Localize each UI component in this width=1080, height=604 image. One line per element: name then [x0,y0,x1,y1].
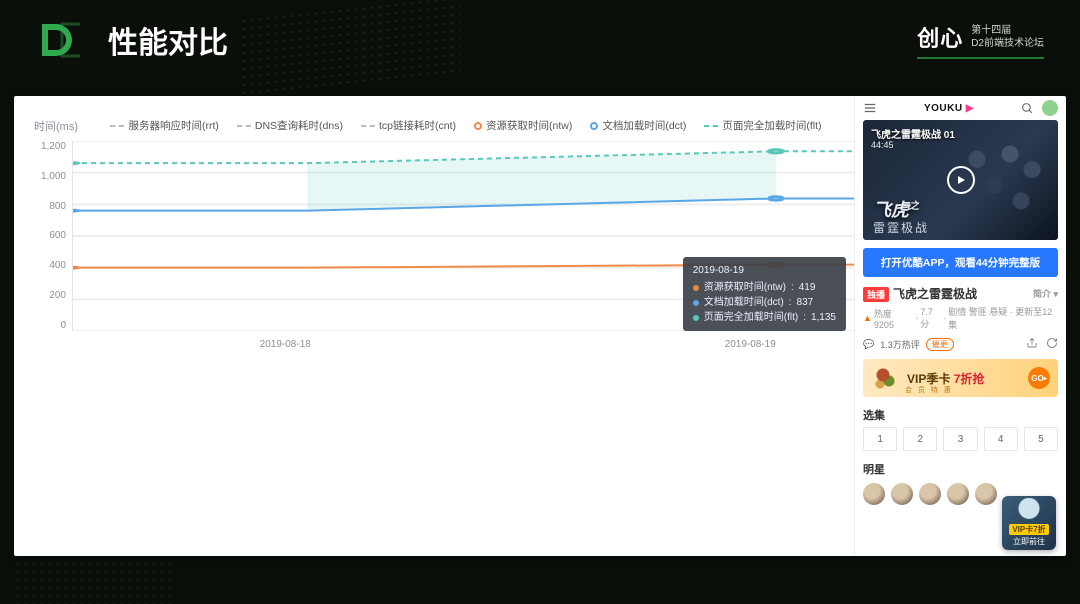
cast-avatar[interactable] [947,483,969,505]
x-tick: 2019-08-18 [260,339,311,350]
legend-flt[interactable]: 页面完全加载时间(flt) [704,118,821,133]
synopsis-toggle[interactable]: 简介 ▾ [1033,287,1058,300]
promo-go-button[interactable]: GO▸ [1028,367,1050,389]
heat-icon: ▲ [863,313,872,323]
x-tick: 2019-08-19 [725,339,776,350]
episode-button[interactable]: 5 [1024,427,1058,451]
cast-heading: 明星 [855,457,1066,481]
y-axis: 1,200 1,000 800 600 400 200 0 [24,141,72,331]
slide-header: 性能对比 创心 第十四届 D2前端技术论坛 [0,0,1080,80]
y-tick: 0 [60,320,66,331]
legend-dns[interactable]: DNS查询耗时(dns) [237,118,343,133]
comment-icon[interactable]: 💬 [863,339,874,350]
content-panel: 时间(ms) 服务器响应时间(rrt) DNS查询耗时(dns) tcp链接耗时… [14,96,1066,556]
float-tag: VIP卡7折 [1009,524,1048,535]
promo-art-icon [871,363,901,393]
chart-area: 时间(ms) 服务器响应时间(rrt) DNS查询耗时(dns) tcp链接耗时… [14,96,854,556]
y-tick: 600 [49,230,66,241]
chart-tooltip: 2019-08-19 资源获取时间(ntw):419 文档加载时间(dct):8… [683,257,846,331]
episode-button[interactable]: 3 [943,427,977,451]
menu-icon[interactable] [863,101,877,115]
legend-dct[interactable]: 文档加载时间(dct) [590,118,686,133]
urge-update-button[interactable]: 催更 [926,338,954,351]
episode-button[interactable]: 2 [903,427,937,451]
hero-episode-title: 飞虎之雷霆极战 01 [871,126,955,141]
y-tick: 1,200 [41,141,66,152]
slide-title: 性能对比 [108,18,228,62]
video-title: 独播飞虎之雷霆极战 [863,285,977,302]
cast-avatar[interactable] [919,483,941,505]
x-axis: 2019-08-18 2019-08-19 [72,331,854,350]
video-hero[interactable]: 飞虎之雷霆极战 01 44:45 飞虎之 雷霆极战 [863,120,1058,240]
open-app-button[interactable]: 打开优酷APP，观看44分钟完整版 [863,248,1058,277]
chart-legend: 服务器响应时间(rrt) DNS查询耗时(dns) tcp链接耗时(cnt) 资… [78,118,854,133]
tooltip-date: 2019-08-19 [693,263,836,278]
y-axis-title: 时间(ms) [34,118,78,134]
y-tick: 200 [49,290,66,301]
promo-text: VIP季卡 7折抢 [907,370,984,387]
legend-ntw[interactable]: 资源获取时间(ntw) [474,118,572,133]
event-brand: 创心 [917,21,963,53]
search-icon[interactable] [1021,102,1034,115]
share-icon[interactable] [1026,337,1038,351]
episode-button[interactable]: 1 [863,427,897,451]
mobile-preview: YOUKU ▶ 飞虎之雷霆极战 01 44:45 飞虎之 雷霆极战 打开优酷AP… [854,96,1066,556]
cast-avatar[interactable] [891,483,913,505]
d2-logo-icon [36,18,80,62]
vip-promo-banner[interactable]: VIP季卡 7折抢 会 员 特 惠 GO▸ [863,359,1058,397]
youku-logo: YOUKU ▶ [924,103,974,114]
comment-count: 1.3万热评 [880,338,920,351]
event-branding: 创心 第十四届 D2前端技术论坛 [917,21,1044,59]
promo-creature-icon [1013,498,1045,524]
hero-logo-sub: 雷霆极战 [873,219,929,236]
tooltip-row: 页面完全加载时间(flt):1,135 [693,310,836,325]
exclusive-tag: 独播 [863,287,889,302]
event-edition: 第十四届 [971,24,1044,37]
y-tick: 400 [49,260,66,271]
y-tick: 1,000 [41,171,66,182]
refresh-icon[interactable] [1046,337,1058,351]
play-icon[interactable] [947,166,975,194]
episodes-heading: 选集 [855,403,1066,427]
y-tick: 800 [49,201,66,212]
legend-rrt[interactable]: 服务器响应时间(rrt) [110,118,218,133]
cast-avatar[interactable] [863,483,885,505]
legend-cnt[interactable]: tcp链接耗时(cnt) [361,118,456,133]
hero-duration: 44:45 [871,140,894,150]
episode-grid: 1 2 3 4 5 [855,427,1066,457]
tooltip-row: 文档加载时间(dct):837 [693,295,836,310]
plot-region[interactable]: 2019-08-19 资源获取时间(ntw):419 文档加载时间(dct):8… [72,141,854,331]
event-name: D2前端技术论坛 [971,37,1044,50]
tooltip-row: 资源获取时间(ntw):419 [693,280,836,295]
episode-button[interactable]: 4 [984,427,1018,451]
cast-avatar[interactable] [975,483,997,505]
promo-subtext: 会 员 特 惠 [905,385,953,395]
float-sub: 立即前往 [1013,536,1045,547]
video-meta: ▲ 热度 9205·7.7分·剧情 警匪 悬疑 · 更新至12集 [863,305,1058,331]
floating-promo-card[interactable]: VIP卡7折 立即前往 [1002,496,1056,550]
avatar[interactable] [1042,100,1058,116]
